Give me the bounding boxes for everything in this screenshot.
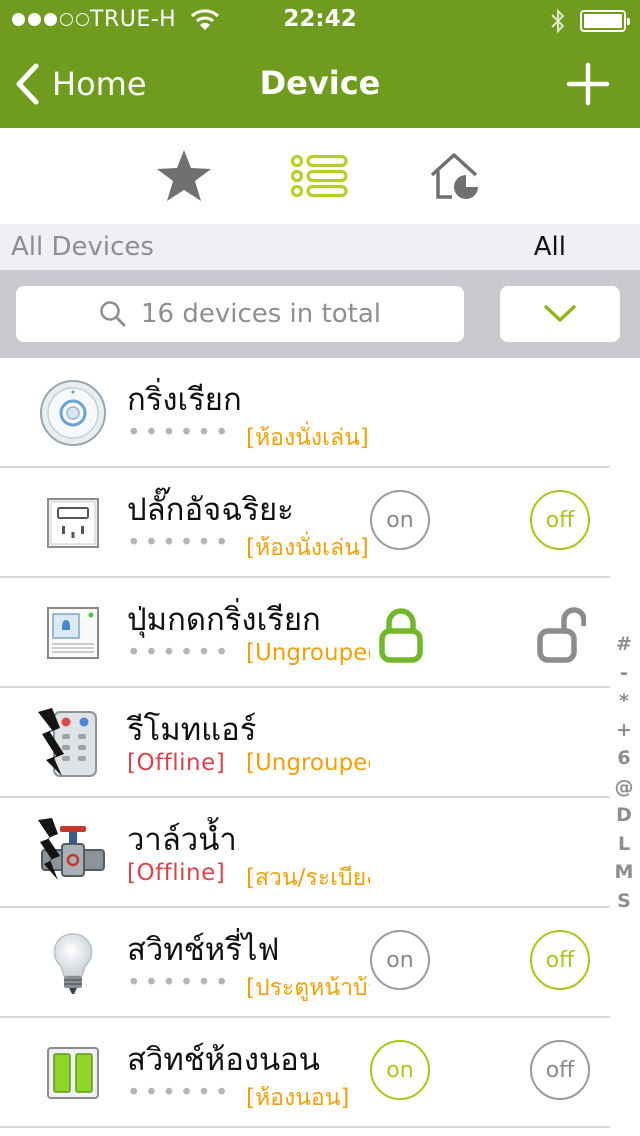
device-status: •••••• (127, 530, 233, 556)
on-button[interactable]: on (370, 490, 430, 550)
device-name: สวิทช์หรี่ไฟ (127, 932, 280, 968)
list-item[interactable]: รีโมทแอร์ [Offline] [Ungrouped] (0, 688, 640, 798)
index-letter[interactable]: * (612, 687, 636, 716)
device-status: [Offline] (127, 860, 226, 886)
plus-icon (566, 62, 610, 106)
tab-favorites[interactable] (154, 148, 214, 204)
add-device-button[interactable] (566, 62, 610, 106)
index-letter[interactable]: D (612, 801, 636, 830)
status-bar: TRUE-H 22:42 (0, 0, 640, 40)
list-item[interactable]: ปลั๊กอัจฉริยะ •••••• [ห้องนั่งเล่น] on o… (0, 468, 640, 578)
smart-plug-icon (47, 498, 99, 548)
nav-bar: TRUE-H 22:42 Home Device (0, 0, 640, 128)
device-status: •••••• (127, 640, 233, 666)
device-name: ปุ่มกดกริ่งเรียก (127, 602, 321, 638)
section-index[interactable]: # - * + 6 @ D L M S (612, 630, 636, 915)
doorbell-icon (40, 380, 106, 446)
device-status: [Offline] (127, 750, 226, 776)
search-bar: 16 devices in total (0, 270, 640, 358)
index-letter[interactable]: # (612, 630, 636, 659)
on-button[interactable]: on (370, 930, 430, 990)
device-status: •••••• (127, 420, 233, 446)
device-status: •••••• (127, 1080, 233, 1106)
section-header: All Devices All (0, 224, 640, 270)
device-status: •••••• (127, 970, 233, 996)
list-item[interactable]: กริ่งเรียก •••••• [ห้องนั่งเล่น] (0, 358, 640, 468)
wall-switch-icon (47, 1047, 99, 1099)
device-room: [สวน/ระเบียง] (246, 860, 370, 896)
search-input[interactable]: 16 devices in total (16, 286, 464, 342)
device-list: กริ่งเรียก •••••• [ห้องนั่งเล่น] ปลั๊กอั… (0, 358, 640, 1136)
device-name: กริ่งเรียก (127, 382, 242, 418)
list-item[interactable]: วาล์วน้ำ [Offline] [สวน/ระเบียง] (0, 798, 640, 908)
bluetooth-icon (549, 8, 567, 40)
device-room: [ห้องนั่งเล่น] (246, 530, 370, 566)
device-name: วาล์วน้ำ (127, 822, 237, 858)
bell-button-icon (47, 607, 99, 659)
off-button[interactable]: off (530, 930, 590, 990)
list-item[interactable]: สวิทช์ห้องนอน •••••• [ห้องนอน] on off (0, 1018, 640, 1128)
off-button[interactable]: off (530, 490, 590, 550)
device-name: สวิทช์ห้องนอน (127, 1042, 320, 1078)
device-room: [ห้องนอน] (246, 1085, 350, 1111)
device-room: [Ungrouped] (246, 750, 370, 776)
home-chart-icon (430, 153, 478, 199)
tab-device-list[interactable] (290, 148, 350, 204)
index-letter[interactable]: L (612, 830, 636, 859)
back-label: Home (52, 65, 147, 103)
index-letter[interactable]: M (612, 858, 636, 887)
view-tabs (0, 128, 640, 224)
device-count-text: 16 devices in total (141, 299, 381, 329)
list-item[interactable]: ปุ่มกดกริ่งเรียก •••••• [Ungrouped] (0, 578, 640, 688)
water-valve-icon (38, 818, 105, 880)
chevron-left-icon (16, 63, 39, 105)
status-time: 22:42 (283, 6, 357, 32)
lock-icon[interactable] (376, 606, 426, 666)
filter-dropdown-button[interactable] (500, 286, 620, 342)
section-filter-label: All (533, 232, 566, 262)
list-item[interactable]: สวิทช์หรี่ไฟ •••••• [ประตูหน้าบ้าน] on o… (0, 908, 640, 1018)
device-name: รีโมทแอร์ (127, 712, 257, 748)
star-icon (157, 150, 211, 201)
light-bulb-icon (53, 933, 93, 994)
index-letter[interactable]: S (612, 887, 636, 916)
on-button[interactable]: on (370, 1040, 430, 1100)
index-letter[interactable]: 6 (612, 744, 636, 773)
index-letter[interactable]: @ (612, 773, 636, 802)
ac-remote-icon (38, 708, 97, 777)
device-room: [Ungrouped] (246, 640, 370, 666)
unlock-icon[interactable] (536, 606, 586, 666)
search-icon (100, 301, 126, 327)
section-title: All Devices (11, 232, 154, 262)
index-letter[interactable]: - (612, 659, 636, 688)
device-room: [ห้องนั่งเล่น] (246, 420, 370, 456)
list-icon (290, 154, 348, 198)
tab-rooms[interactable] (426, 148, 486, 204)
chevron-down-icon (544, 305, 576, 322)
off-button[interactable]: off (530, 1040, 590, 1100)
battery-icon (580, 10, 630, 32)
device-room: [ประตูหน้าบ้าน] (246, 970, 370, 1006)
index-letter[interactable]: + (612, 716, 636, 745)
device-name: ปลั๊กอัจฉริยะ (127, 492, 294, 528)
back-button[interactable]: Home (14, 62, 147, 106)
